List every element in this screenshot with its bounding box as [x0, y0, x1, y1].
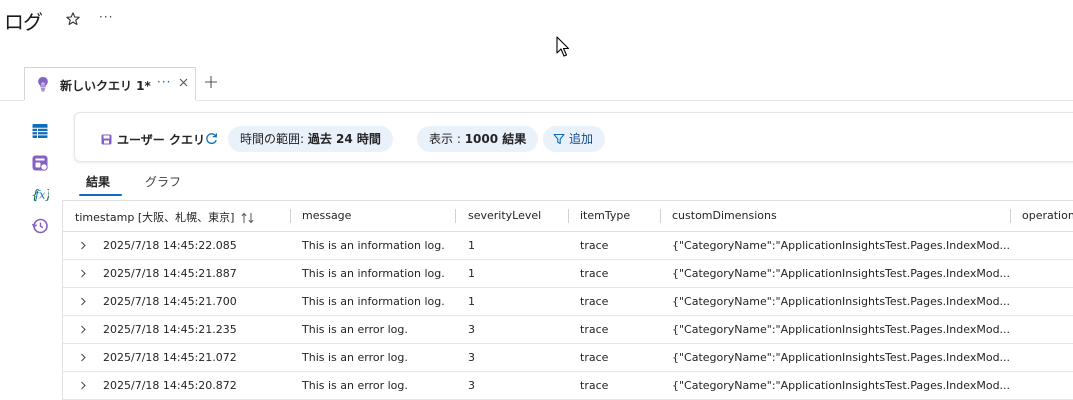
table-row[interactable]: 2025/7/18 14:45:21.235 This is an error … — [63, 316, 1073, 344]
tab-strip-divider — [0, 100, 24, 101]
cell-custom-dimensions: {"CategoryName":"ApplicationInsightsTest… — [672, 267, 1011, 280]
cell-item-type: trace — [580, 239, 609, 252]
time-range-pill[interactable]: 時間の範囲: 過去 24 時間 — [228, 126, 393, 152]
cell-custom-dimensions: {"CategoryName":"ApplicationInsightsTest… — [672, 295, 1011, 308]
cell-item-type: trace — [580, 323, 609, 336]
column-resize-handle[interactable] — [660, 209, 661, 223]
table-row[interactable]: 2025/7/18 14:45:22.085 This is an inform… — [63, 232, 1073, 260]
column-resize-handle[interactable] — [290, 209, 291, 223]
add-filter-button[interactable]: 追加 — [543, 126, 606, 152]
result-limit-value: 1000 結果 — [464, 132, 527, 146]
function-icon[interactable]: { fx } — [31, 185, 49, 203]
cell-timestamp: 2025/7/18 14:45:21.072 — [103, 351, 237, 364]
table-icon[interactable] — [31, 122, 49, 140]
save-icon — [101, 134, 112, 145]
cell-severity-level: 1 — [468, 239, 475, 252]
cell-severity-level: 1 — [468, 295, 475, 308]
sort-icon[interactable] — [240, 212, 256, 224]
tab-more-icon[interactable]: ··· — [157, 75, 171, 89]
cell-item-type: trace — [580, 295, 609, 308]
table-row[interactable]: 2025/7/18 14:45:21.700 This is an inform… — [63, 288, 1073, 316]
time-range-label: 時間の範囲: — [240, 132, 305, 146]
mouse-cursor-icon — [556, 36, 570, 57]
chevron-right-icon[interactable] — [80, 381, 87, 390]
cell-timestamp: 2025/7/18 14:45:21.235 — [103, 323, 237, 336]
column-resize-handle[interactable] — [568, 209, 569, 223]
column-resize-handle[interactable] — [1010, 209, 1011, 223]
lightbulb-icon — [38, 77, 48, 92]
tab-results[interactable]: 結果 — [86, 173, 110, 190]
cell-custom-dimensions: {"CategoryName":"ApplicationInsightsTest… — [672, 379, 1011, 392]
tab-new-query-1[interactable]: 新しいクエリ 1* ··· — [24, 67, 196, 102]
query-toolbar: ユーザー クエリ 時間の範囲: 過去 24 時間 表示 : 1000 結果 追加 — [74, 112, 1073, 162]
chevron-right-icon[interactable] — [80, 325, 87, 334]
cell-message: This is an error log. — [302, 351, 408, 364]
column-header-custom-dimensions[interactable]: customDimensions — [672, 209, 777, 222]
cell-severity-level: 3 — [468, 323, 475, 336]
cell-timestamp: 2025/7/18 14:45:20.872 — [103, 379, 237, 392]
tab-strip-divider — [196, 100, 1073, 101]
column-resize-handle[interactable] — [455, 209, 456, 223]
column-header-item-type[interactable]: itemType — [580, 209, 630, 222]
time-range-value: 過去 24 時間 — [307, 132, 381, 146]
chevron-right-icon[interactable] — [80, 241, 87, 250]
star-icon[interactable] — [65, 11, 81, 27]
plus-icon[interactable] — [204, 75, 218, 89]
table-row[interactable]: 2025/7/18 14:45:21.887 This is an inform… — [63, 260, 1073, 288]
history-icon[interactable] — [31, 217, 49, 235]
chevron-right-icon[interactable] — [80, 269, 87, 278]
query-icon[interactable] — [31, 154, 49, 172]
table-row[interactable]: 2025/7/18 14:45:21.072 This is an error … — [63, 344, 1073, 372]
cell-custom-dimensions: {"CategoryName":"ApplicationInsightsTest… — [672, 239, 1011, 252]
close-icon[interactable] — [178, 77, 189, 88]
page-title: ログ — [4, 10, 43, 34]
cell-timestamp: 2025/7/18 14:45:22.085 — [103, 239, 237, 252]
chevron-right-icon[interactable] — [80, 297, 87, 306]
add-filter-label: 追加 — [569, 132, 594, 146]
cell-severity-level: 3 — [468, 351, 475, 364]
refresh-icon[interactable] — [205, 132, 218, 145]
cell-severity-level: 3 — [468, 379, 475, 392]
cell-item-type: trace — [580, 351, 609, 364]
cell-item-type: trace — [580, 379, 609, 392]
grid-header: timestamp [大阪、札幌、東京] message severityLev… — [63, 201, 1073, 232]
cell-custom-dimensions: {"CategoryName":"ApplicationInsightsTest… — [672, 323, 1011, 336]
cell-message: This is an information log. — [302, 295, 445, 308]
table-row[interactable]: 2025/7/18 14:45:20.872 This is an error … — [63, 372, 1073, 400]
filter-icon — [553, 133, 565, 145]
cell-severity-level: 1 — [468, 267, 475, 280]
svg-text:}: } — [45, 188, 50, 203]
cell-item-type: trace — [580, 267, 609, 280]
cell-message: This is an error log. — [302, 323, 408, 336]
cell-message: This is an error log. — [302, 379, 408, 392]
tab-graph[interactable]: グラフ — [145, 173, 181, 190]
cell-message: This is an information log. — [302, 267, 445, 280]
cell-timestamp: 2025/7/18 14:45:21.700 — [103, 295, 237, 308]
results-grid: timestamp [大阪、札幌、東京] message severityLev… — [62, 200, 1073, 400]
column-header-severity-level[interactable]: severityLevel — [468, 209, 541, 222]
active-tab-indicator — [79, 194, 122, 196]
cell-custom-dimensions: {"CategoryName":"ApplicationInsightsTest… — [672, 351, 1011, 364]
result-limit-pill[interactable]: 表示 : 1000 結果 — [417, 126, 539, 152]
cell-message: This is an information log. — [302, 239, 445, 252]
column-header-timestamp[interactable]: timestamp [大阪、札幌、東京] — [75, 209, 256, 225]
column-header-label: timestamp [大阪、札幌、東京] — [75, 211, 235, 224]
more-icon[interactable]: ··· — [99, 10, 113, 24]
column-header-message[interactable]: message — [302, 209, 351, 222]
chevron-right-icon[interactable] — [80, 353, 87, 362]
cell-timestamp: 2025/7/18 14:45:21.887 — [103, 267, 237, 280]
user-query-button[interactable]: ユーザー クエリ — [117, 131, 205, 148]
tab-label: 新しいクエリ 1* — [60, 79, 151, 93]
result-limit-label: 表示 : — [429, 132, 461, 146]
column-header-operation[interactable]: operation — [1022, 209, 1073, 222]
